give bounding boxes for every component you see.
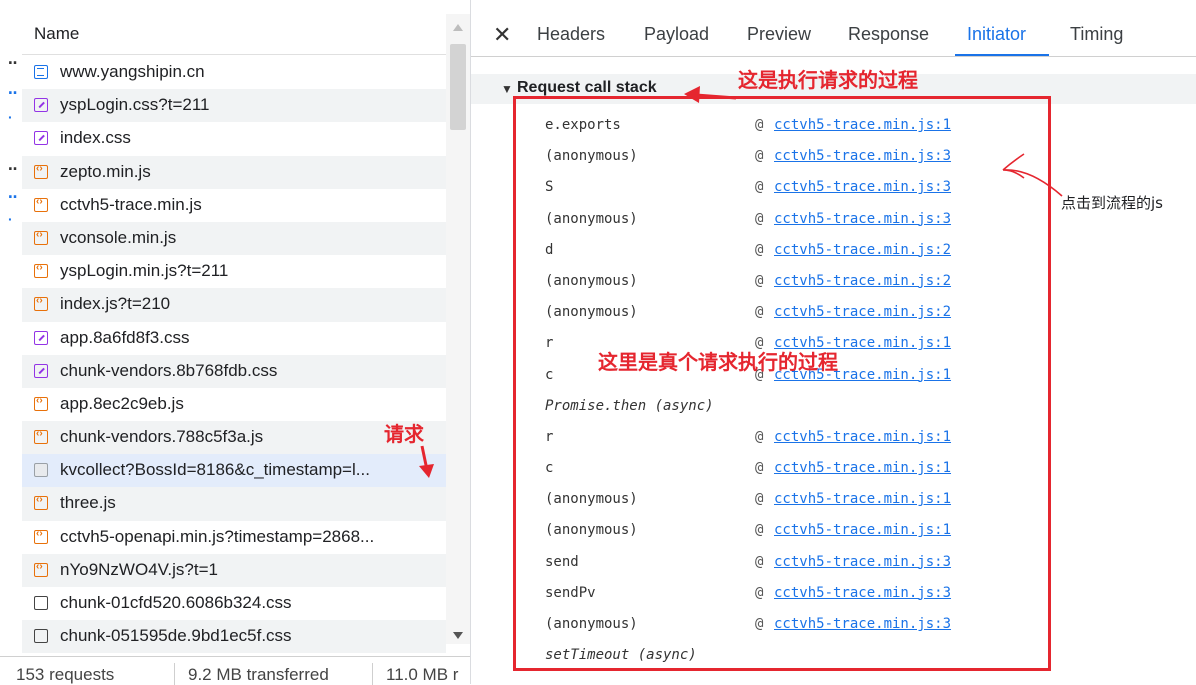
request-row[interactable]: vconsole.min.js xyxy=(22,221,446,256)
script-icon xyxy=(34,494,48,511)
request-name: chunk-051595de.9bd1ec5f.css xyxy=(60,626,292,646)
request-name: three.js xyxy=(60,493,116,513)
request-row[interactable]: cctvh5-trace.min.js xyxy=(22,189,446,222)
script-icon xyxy=(34,395,48,411)
script-icon xyxy=(34,295,48,312)
stylesheet-icon xyxy=(34,131,48,146)
request-row[interactable]: zepto.min.js xyxy=(22,155,446,189)
request-name: yspLogin.min.js?t=211 xyxy=(60,261,229,281)
request-row[interactable]: app.8a6fd8f3.css xyxy=(22,322,446,355)
request-list-scrollbar[interactable] xyxy=(446,14,470,644)
script-icon xyxy=(34,262,48,279)
request-row[interactable]: chunk-vendors.8b768fdb.css xyxy=(22,354,446,388)
request-name: chunk-vendors.788c5f3a.js xyxy=(60,427,264,447)
request-row[interactable]: nYo9NzWO4V.js?t=1 xyxy=(22,553,446,587)
tab-response[interactable]: Response xyxy=(848,24,929,45)
gutter-mark: ‥ xyxy=(8,81,18,97)
request-row[interactable]: chunk-051595de.9bd1ec5f.css xyxy=(22,620,446,654)
request-row[interactable]: app.8ec2c9eb.js xyxy=(22,388,446,421)
annotation-top-label: 这是执行请求的过程 xyxy=(738,68,918,92)
fetch-icon xyxy=(34,463,48,478)
stylesheet-icon xyxy=(34,363,48,378)
request-row[interactable]: cctvh5-openapi.min.js?timestamp=2868... xyxy=(22,521,446,554)
request-name: yspLogin.css?t=211 xyxy=(60,95,210,115)
script-icon xyxy=(34,229,48,245)
request-count: 153 requests xyxy=(16,665,115,684)
request-name: index.css xyxy=(60,128,131,148)
gutter-mark: · xyxy=(8,211,13,227)
request-name: cctvh5-openapi.min.js?timestamp=2868... xyxy=(60,526,375,546)
script-icon xyxy=(34,561,48,577)
resources-size: 11.0 MB r xyxy=(386,665,459,684)
request-row[interactable]: chunk-vendors.788c5f3a.js xyxy=(22,421,446,455)
scroll-down-arrow-icon[interactable] xyxy=(453,632,463,639)
name-column-header[interactable]: Name xyxy=(22,14,446,55)
request-name: kvcollect?BossId=8186&c_timestamp=l... xyxy=(60,460,370,480)
request-row[interactable]: index.js?t=210 xyxy=(22,288,446,322)
tab-initiator[interactable]: Initiator xyxy=(967,24,1026,45)
request-row[interactable]: index.css xyxy=(22,122,446,155)
tab-payload[interactable]: Payload xyxy=(644,24,709,45)
expand-triangle-icon[interactable]: ▼ xyxy=(501,82,513,96)
request-name: www.yangshipin.cn xyxy=(60,62,205,81)
gutter-mark: · xyxy=(8,109,13,125)
annotation-highlight-box xyxy=(513,96,1051,671)
name-column-label: Name xyxy=(34,24,80,43)
scroll-up-arrow-icon[interactable] xyxy=(453,24,463,31)
script-icon xyxy=(34,163,48,179)
annotation-request-label: 请求 xyxy=(384,422,424,446)
script-icon xyxy=(34,196,48,212)
network-request-list-panel: ‥ ‥ · ‥ ‥ · Name www.yangshipin.cn yspLog… xyxy=(0,0,470,685)
request-name: chunk-vendors.8b768fdb.css xyxy=(60,360,278,380)
document-icon xyxy=(34,65,48,79)
annotation-note: 点击到流程的js xyxy=(1061,194,1163,212)
file-icon xyxy=(34,629,48,644)
request-name: nYo9NzWO4V.js?t=1 xyxy=(60,559,218,579)
request-name: app.8a6fd8f3.css xyxy=(60,327,190,347)
request-row[interactable]: yspLogin.min.js?t=211 xyxy=(22,255,446,288)
network-status-bar: 153 requests 9.2 MB transferred 11.0 MB … xyxy=(0,656,470,685)
detail-tab-bar: ✕ Headers Payload Preview Response Initi… xyxy=(471,14,1196,57)
request-name: zepto.min.js xyxy=(60,161,151,181)
annotation-middle-label: 这里是真个请求执行的过程 xyxy=(598,350,838,374)
request-row[interactable]: www.yangshipin.cn xyxy=(22,56,446,89)
stylesheet-icon xyxy=(34,98,48,113)
transferred-size: 9.2 MB transferred xyxy=(188,665,329,684)
request-row[interactable]: three.js xyxy=(22,487,446,521)
request-name: chunk-01cfd520.6086b324.css xyxy=(60,593,292,612)
scroll-thumb[interactable] xyxy=(450,44,466,130)
gutter-mark: ‥ xyxy=(8,157,18,173)
request-row[interactable]: kvcollect?BossId=8186&c_timestamp=l... xyxy=(22,454,446,488)
active-tab-indicator xyxy=(955,54,1049,56)
tab-headers[interactable]: Headers xyxy=(537,24,605,45)
gutter-mark: ‥ xyxy=(8,185,18,201)
request-row[interactable]: chunk-01cfd520.6086b324.css xyxy=(22,587,446,620)
call-stack-title: Request call stack xyxy=(517,79,657,96)
stylesheet-icon xyxy=(34,330,48,345)
request-rows: www.yangshipin.cn yspLogin.css?t=211 index… xyxy=(22,56,446,654)
left-gutter: ‥ ‥ · ‥ ‥ · xyxy=(0,0,22,660)
request-name: index.js?t=210 xyxy=(60,294,171,314)
close-icon[interactable]: ✕ xyxy=(493,22,511,48)
file-icon xyxy=(34,596,48,610)
tab-preview[interactable]: Preview xyxy=(747,24,811,45)
script-icon xyxy=(34,528,48,544)
request-row[interactable]: yspLogin.css?t=211 xyxy=(22,89,446,123)
request-name: app.8ec2c9eb.js xyxy=(60,393,184,413)
request-name: vconsole.min.js xyxy=(60,227,177,247)
request-name: cctvh5-trace.min.js xyxy=(60,194,202,214)
tab-timing[interactable]: Timing xyxy=(1070,24,1123,45)
status-divider xyxy=(372,663,373,685)
status-divider xyxy=(174,663,175,685)
gutter-mark: ‥ xyxy=(8,51,18,67)
script-icon xyxy=(34,428,48,445)
